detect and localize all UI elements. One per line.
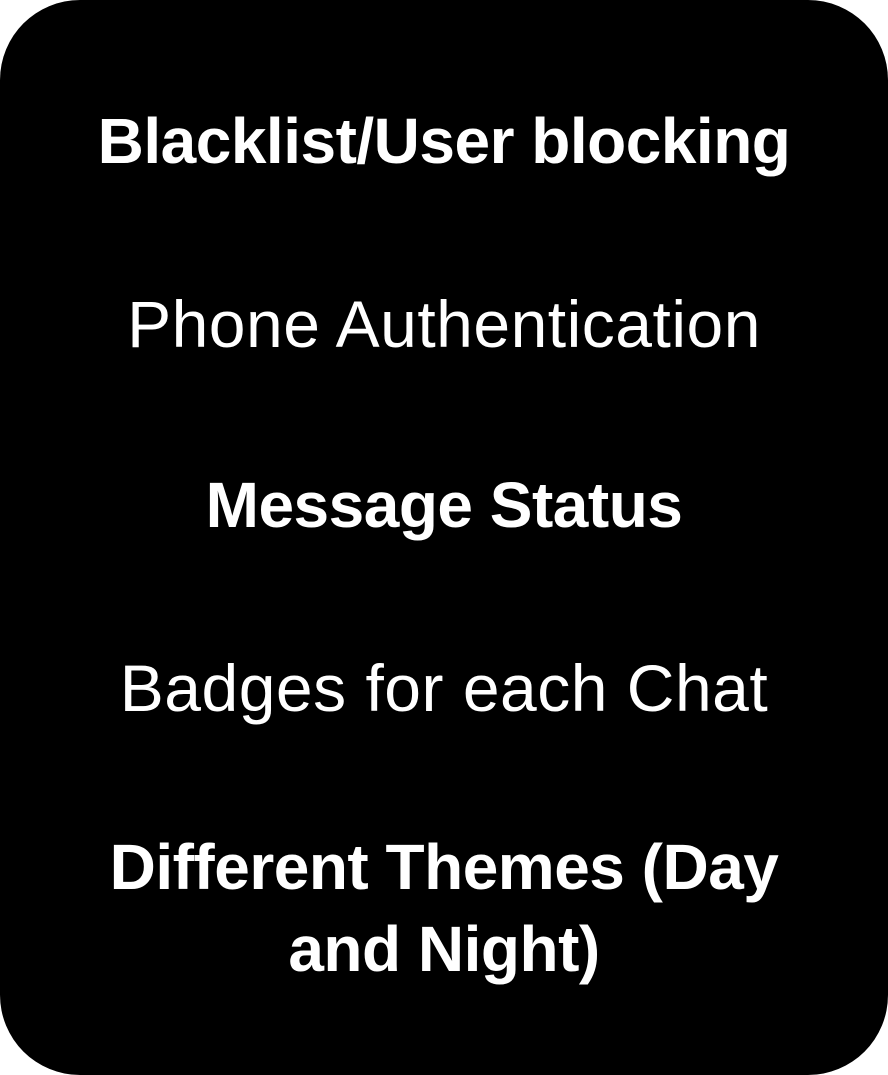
feature-blacklist: Blacklist/User blocking: [97, 105, 791, 177]
feature-badges: Badges for each Chat: [119, 651, 769, 725]
feature-themes: Different Themes (Day and Night): [109, 831, 779, 985]
feature-card: Blacklist/User blocking Phone Authentica…: [0, 0, 888, 1075]
feature-phone-authentication: Phone Authentication: [127, 287, 761, 361]
feature-message-status: Message Status: [205, 469, 683, 541]
